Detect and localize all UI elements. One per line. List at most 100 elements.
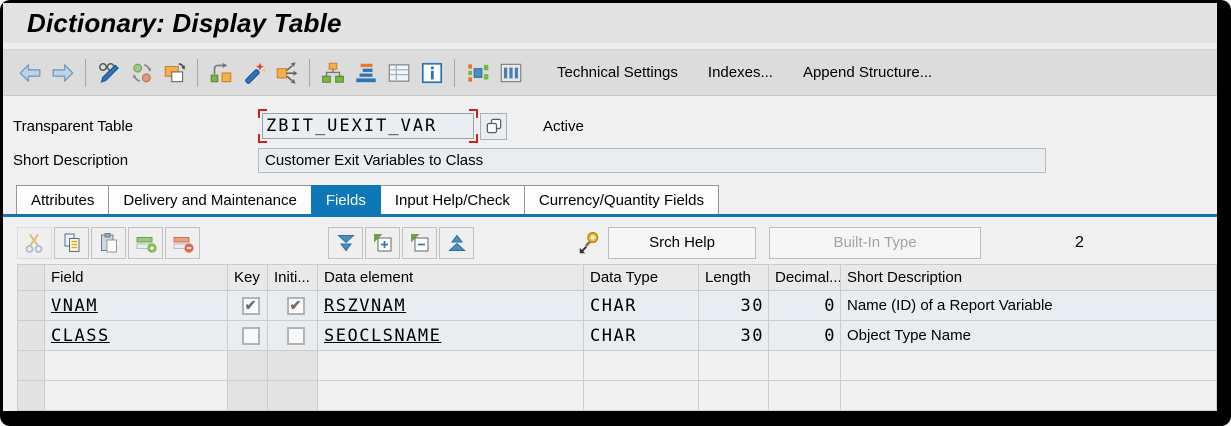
column-header-initial[interactable]: Initi... (267, 264, 318, 291)
column-header-short-description[interactable]: Short Description (840, 264, 1217, 291)
focus-corner (258, 109, 267, 118)
status-badge: Active (543, 117, 584, 135)
decimals-cell[interactable]: 0 (768, 290, 841, 321)
row-selector[interactable] (17, 320, 45, 351)
column-header-data-element[interactable]: Data element (317, 264, 584, 291)
short-description-cell[interactable]: Object Type Name (840, 320, 1217, 351)
table-header-row: Field Key Initi... Data element Data Typ… (17, 264, 1217, 291)
row-selector[interactable] (17, 290, 45, 321)
empty-cell[interactable] (768, 350, 841, 381)
copy-object-button[interactable] (160, 58, 189, 87)
key-checkbox[interactable] (227, 320, 268, 351)
copy-row-button[interactable] (54, 226, 89, 259)
refresh-button[interactable] (127, 58, 156, 87)
title-separator (3, 43, 1217, 50)
short-description-cell[interactable]: Name (ID) of a Report Variable (840, 290, 1217, 321)
row-selector[interactable] (17, 380, 45, 411)
screenshot-frame: Dictionary: Display Table Technical Sett… (0, 0, 1231, 426)
field-count: 2 (1075, 233, 1084, 251)
move-up-icon (447, 234, 466, 251)
decimals-cell[interactable]: 0 (768, 320, 841, 351)
focus-corner (469, 134, 478, 143)
expand-button[interactable] (365, 226, 400, 259)
empty-cell[interactable] (227, 350, 268, 381)
technical-settings-button[interactable]: Technical Settings (557, 64, 678, 81)
data-type-cell[interactable]: CHAR (583, 290, 699, 321)
empty-cell[interactable] (840, 380, 1217, 411)
row-selector[interactable] (17, 350, 45, 381)
row-selector-header[interactable] (17, 264, 45, 291)
app-toolbar: Technical Settings Indexes... Append Str… (3, 50, 1217, 96)
back-button[interactable] (15, 58, 44, 87)
collapse-button[interactable] (402, 226, 437, 259)
empty-cell[interactable] (583, 350, 699, 381)
empty-cell[interactable] (317, 380, 584, 411)
empty-cell[interactable] (840, 350, 1217, 381)
tab-fields[interactable]: Fields (310, 185, 381, 214)
display-change-button[interactable] (94, 58, 123, 87)
length-cell[interactable]: 30 (698, 320, 769, 351)
insert-row-icon (136, 236, 157, 253)
field-name-cell[interactable]: VNAM (44, 290, 228, 321)
copy-field-icon (486, 118, 501, 134)
columns-button[interactable] (496, 58, 525, 87)
sort-stack-icon (355, 63, 376, 82)
move-up-button[interactable] (439, 226, 474, 259)
empty-cell[interactable] (267, 380, 318, 411)
empty-cell[interactable] (317, 350, 584, 381)
toolbar-separator (454, 58, 455, 87)
copy-field-button[interactable] (480, 112, 507, 140)
column-header-data-type[interactable]: Data Type (583, 264, 699, 291)
insert-row-button[interactable] (128, 226, 163, 259)
empty-cell[interactable] (44, 350, 228, 381)
key-checkbox[interactable]: ✔ (227, 290, 268, 321)
tab-currency-quantity[interactable]: Currency/Quantity Fields (523, 185, 719, 214)
sap-window: Dictionary: Display Table Technical Sett… (3, 3, 1217, 411)
initial-checkbox[interactable] (267, 320, 318, 351)
data-type-cell[interactable]: CHAR (583, 320, 699, 351)
tab-input-help-check[interactable]: Input Help/Check (379, 185, 525, 214)
tab-delivery-maintenance[interactable]: Delivery and Maintenance (108, 185, 312, 214)
paste-row-button[interactable] (91, 226, 126, 259)
move-down-icon (336, 234, 355, 251)
data-element-cell[interactable]: SEOCLSNAME (317, 320, 584, 351)
back-icon (19, 63, 40, 82)
short-description-field[interactable]: Customer Exit Variables to Class (258, 148, 1046, 173)
tab-strip: Attributes Delivery and Maintenance Fiel… (3, 185, 1217, 217)
info-icon (421, 62, 442, 83)
checkbox-checked-icon: ✔ (241, 296, 260, 315)
table-row: CLASS SEOCLSNAME CHAR 30 0 Object Type N… (17, 320, 1217, 351)
column-header-key[interactable]: Key (227, 264, 268, 291)
length-cell[interactable]: 30 (698, 290, 769, 321)
srch-help-button[interactable]: Srch Help (608, 226, 756, 259)
column-header-field[interactable]: Field (44, 264, 228, 291)
data-element-cell[interactable]: RSZVNAM (317, 290, 584, 321)
column-header-decimals[interactable]: Decimal... (768, 264, 841, 291)
empty-cell[interactable] (583, 380, 699, 411)
where-used-button[interactable] (272, 58, 301, 87)
goto-button[interactable] (206, 58, 235, 87)
indexes-button[interactable]: Indexes... (708, 64, 773, 81)
table-name-input[interactable]: ZBIT_UEXIT_VAR (262, 113, 474, 139)
tab-attributes[interactable]: Attributes (16, 185, 110, 214)
empty-cell[interactable] (44, 380, 228, 411)
empty-cell[interactable] (267, 350, 318, 381)
move-down-button[interactable] (328, 226, 363, 259)
empty-cell[interactable] (698, 350, 769, 381)
hierarchy-button[interactable] (318, 58, 347, 87)
column-header-length[interactable]: Length (698, 264, 769, 291)
initial-checkbox[interactable]: ✔ (267, 290, 318, 321)
forward-button[interactable] (48, 58, 77, 87)
sort-stack-button[interactable] (351, 58, 380, 87)
empty-cell[interactable] (698, 380, 769, 411)
empty-cell[interactable] (768, 380, 841, 411)
empty-cell[interactable] (227, 380, 268, 411)
delete-row-button[interactable] (165, 226, 200, 259)
field-name-cell[interactable]: CLASS (44, 320, 228, 351)
table-display-button[interactable] (384, 58, 413, 87)
wand-button[interactable] (239, 58, 268, 87)
graphic-button[interactable] (463, 58, 492, 87)
info-button[interactable] (417, 58, 446, 87)
append-structure-button[interactable]: Append Structure... (803, 64, 932, 81)
search-help-key-button[interactable] (574, 227, 604, 259)
